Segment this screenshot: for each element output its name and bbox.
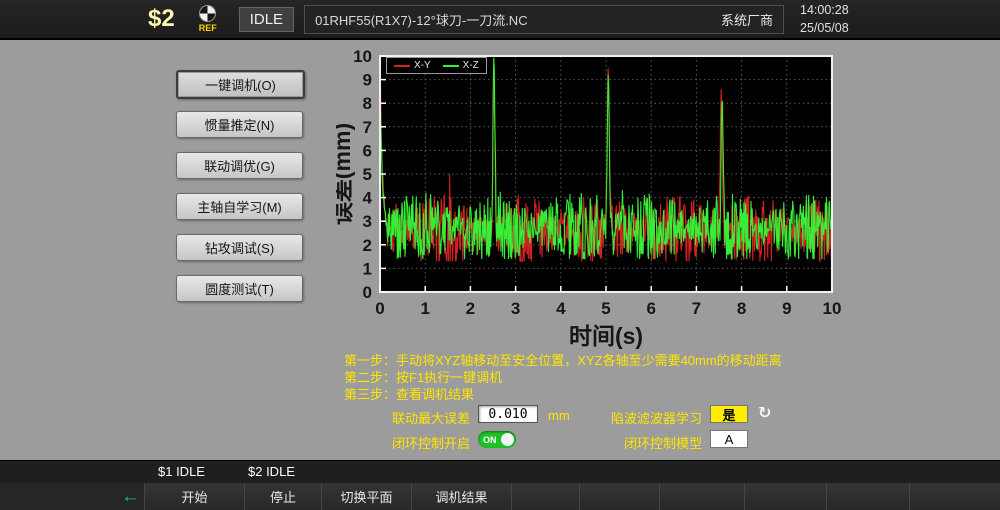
closed-loop-enable-label: 闭环控制开启 [344, 433, 470, 452]
svg-text:1: 1 [420, 299, 429, 318]
channel-indicator: $2 [148, 5, 175, 33]
fkey-4[interactable]: 调机结果 [412, 483, 512, 510]
closed-loop-model-label: 闭环控制模型 [572, 433, 702, 452]
instruction-step: 第二步：按F1执行一键调机 [344, 369, 782, 386]
topbar: $2 REF IDLE 01RHF55(R1X7)-12°球刀-一刀流.NC 系… [0, 0, 1000, 40]
max-error-label: 联动最大误差 [344, 408, 470, 427]
main-area: 一键调机(O) 惯量推定(N) 联动调优(G) 主轴自学习(M) 钻攻调试(S) 圆度测试… [0, 40, 1000, 460]
sidebar-button-3[interactable]: 联动调优(G) [176, 152, 303, 179]
svg-text:误差(mm): 误差(mm) [336, 123, 355, 225]
sidebar-button-5[interactable]: 钻攻调试(S) [176, 234, 303, 261]
clock-time: 14:00:28 [800, 1, 1000, 19]
chart-legend: X-Y X-Z [386, 57, 487, 74]
status-bar: $1 IDLE $2 IDLE [0, 460, 1000, 483]
svg-text:1: 1 [363, 259, 372, 278]
sidebar-button-6[interactable]: 圆度测试(T) [176, 275, 303, 302]
instruction-steps: 第一步：手动将XYZ轴移动至安全位置，XYZ各轴至少需要40mm的移动距离第二步… [344, 352, 782, 403]
tuning-chart: 012345678910012345678910时间(s)误差(mm) X-YX… [336, 48, 856, 350]
clock: 14:00:28 25/05/08 [784, 1, 1000, 37]
fkey-3[interactable]: 切换平面 [322, 483, 412, 510]
program-title-bar: 01RHF55(R1X7)-12°球刀-一刀流.NC 系统厂商 [304, 5, 784, 34]
ref-indicator: REF [191, 5, 225, 33]
svg-text:10: 10 [353, 48, 372, 66]
fkey-9 [827, 483, 910, 510]
vendor-label: 系统厂商 [721, 10, 773, 29]
sidebar-button-2[interactable]: 惯量推定(N) [176, 111, 303, 138]
ref-icon [199, 5, 216, 22]
fkey-8 [745, 483, 827, 510]
svg-text:8: 8 [737, 299, 746, 318]
fkey-arrow-cell: ← [0, 483, 145, 510]
notch-filter-label: 陷波滤波器学习 [572, 408, 702, 427]
svg-text:3: 3 [363, 212, 372, 231]
fkey-2[interactable]: 停止 [245, 483, 322, 510]
max-error-input[interactable] [478, 405, 538, 423]
closed-loop-enable-toggle[interactable]: ON [478, 431, 516, 448]
instruction-step: 第一步：手动将XYZ轴移动至安全位置，XYZ各轴至少需要40mm的移动距离 [344, 352, 782, 369]
svg-text:9: 9 [363, 71, 372, 90]
svg-text:7: 7 [692, 299, 701, 318]
svg-text:2: 2 [466, 299, 475, 318]
max-error-unit: mm [548, 408, 570, 423]
svg-text:时间(s): 时间(s) [569, 323, 643, 349]
green-arrow-icon: ← [121, 487, 140, 506]
channel1-status: $1 IDLE [158, 464, 205, 479]
legend-item: X-Y [394, 60, 431, 71]
svg-text:4: 4 [556, 299, 566, 318]
ref-label: REF [191, 23, 225, 33]
svg-text:10: 10 [823, 299, 842, 318]
svg-text:2: 2 [363, 236, 372, 255]
chart-svg: 0 1 2 3 4 5 6 7 8 9 10 0 1 2 3 4 5 6 7 8 9 10 时间(s) 误差(mm) [336, 48, 856, 350]
notch-filter-value[interactable]: 是 [710, 405, 748, 423]
toggle-knob [501, 433, 514, 446]
sidebar-button-1[interactable]: 一键调机(O) [176, 70, 305, 99]
svg-text:6: 6 [646, 299, 655, 318]
svg-text:7: 7 [363, 118, 372, 137]
instruction-step: 第三步：查看调机结果 [344, 386, 782, 403]
svg-text:3: 3 [511, 299, 520, 318]
cnc-screen: $2 REF IDLE 01RHF55(R1X7)-12°球刀-一刀流.NC 系… [0, 0, 1000, 510]
closed-loop-model-value[interactable]: A [710, 430, 748, 448]
fkey-6 [580, 483, 660, 510]
mode-badge: IDLE [239, 7, 294, 32]
svg-text:0: 0 [375, 299, 384, 318]
svg-text:5: 5 [363, 165, 372, 184]
cycle-icon[interactable]: ↻ [758, 403, 771, 423]
svg-text:6: 6 [363, 141, 372, 160]
content-panel: 012345678910012345678910时间(s)误差(mm) X-YX… [320, 40, 1000, 460]
sidebar-menu: 一键调机(O) 惯量推定(N) 联动调优(G) 主轴自学习(M) 钻攻调试(S) 圆度测试… [0, 40, 320, 460]
svg-text:4: 4 [363, 189, 373, 208]
svg-text:8: 8 [363, 94, 372, 113]
svg-text:5: 5 [601, 299, 610, 318]
channel2-status: $2 IDLE [248, 464, 295, 479]
fkey-7 [660, 483, 745, 510]
legend-item: X-Z [443, 60, 479, 71]
fkeys: ← 开始停止切换平面调机结果 [0, 483, 1000, 510]
clock-date: 25/05/08 [800, 19, 1000, 37]
fkey-1[interactable]: 开始 [145, 483, 245, 510]
svg-text:9: 9 [782, 299, 791, 318]
fkey-5 [512, 483, 580, 510]
sidebar-button-4[interactable]: 主轴自学习(M) [176, 193, 303, 220]
program-name: 01RHF55(R1X7)-12°球刀-一刀流.NC [315, 10, 528, 29]
fkey-10 [910, 483, 1000, 510]
svg-text:0: 0 [363, 283, 372, 302]
toggle-on-label: ON [483, 435, 497, 445]
